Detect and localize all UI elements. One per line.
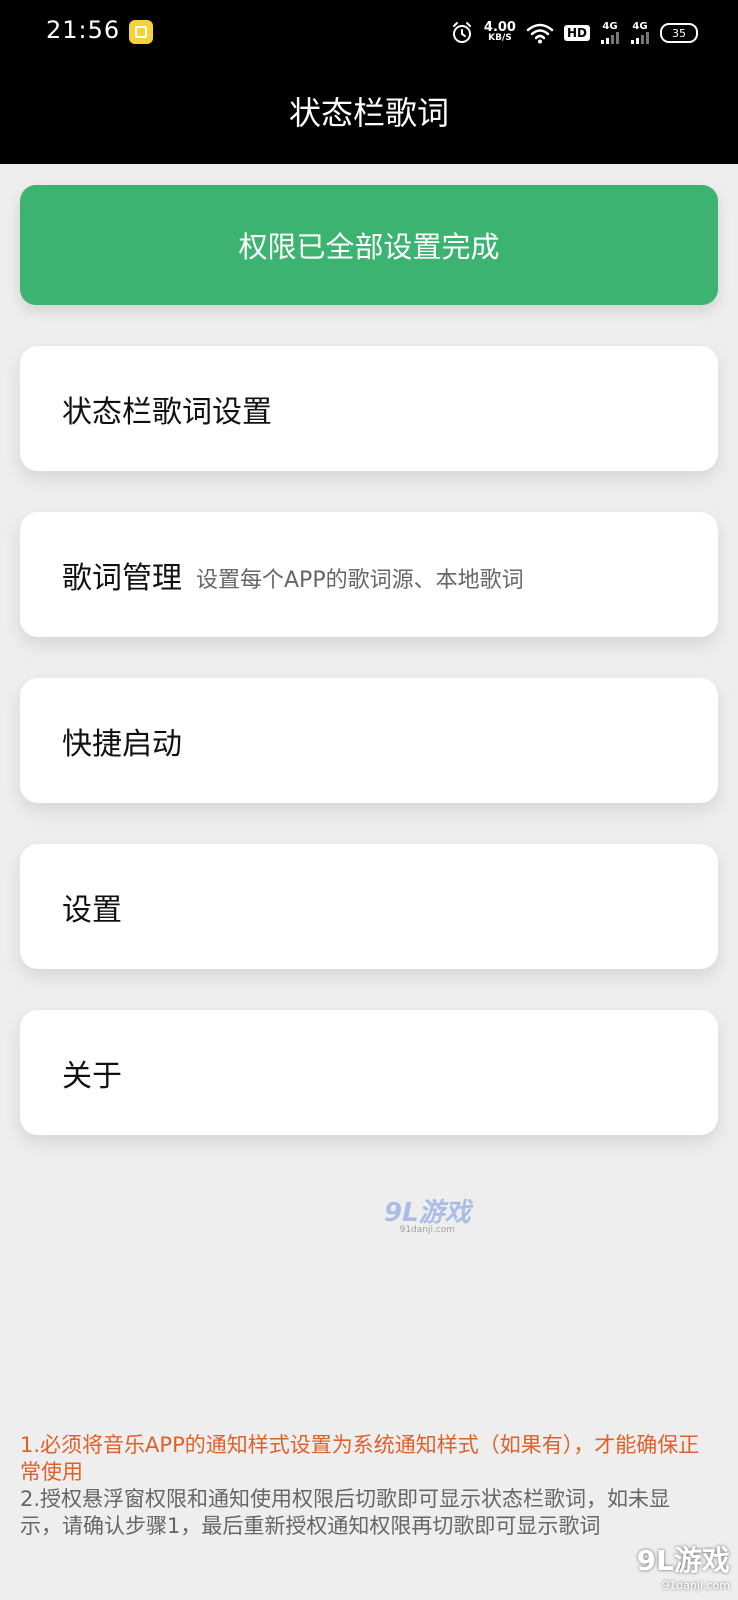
menu-item-about[interactable]: 关于 bbox=[20, 1010, 718, 1135]
network-type-1: 4G bbox=[602, 21, 618, 32]
app-notification-icon bbox=[129, 20, 153, 44]
speed-value: 4.00 bbox=[483, 20, 516, 35]
main-content: 权限已全部设置完成 状态栏歌词设置 歌词管理 设置每个APP的歌词源、本地歌词 … bbox=[20, 185, 718, 1135]
watermark-logo-text: 9L游戏 bbox=[384, 1198, 471, 1228]
permission-status-button[interactable]: 权限已全部设置完成 bbox=[20, 185, 718, 305]
battery-level: 35 bbox=[672, 26, 686, 40]
menu-item-label: 关于 bbox=[62, 1058, 122, 1094]
network-speed: 4.00 KB/S bbox=[483, 20, 516, 44]
menu-item-lyrics-management[interactable]: 歌词管理 设置每个APP的歌词源、本地歌词 bbox=[20, 512, 718, 637]
menu-item-label: 设置 bbox=[62, 892, 122, 928]
battery-icon: 35 bbox=[660, 23, 698, 43]
status-icons: 4.00 KB/S HD 4G 4G 35 bbox=[450, 18, 698, 48]
watermark-url: 91danji.com bbox=[399, 1225, 456, 1235]
watermark-logo: 9L游戏 91danji.com bbox=[384, 1192, 471, 1235]
signal-icon: 4G bbox=[630, 22, 650, 44]
hd-icon: HD bbox=[563, 25, 590, 41]
usage-notes: 1.必须将音乐APP的通知样式设置为系统通知样式（如果有），才能确保正常使用 2… bbox=[20, 1432, 710, 1540]
signal-icon: 4G bbox=[600, 22, 620, 44]
note-2: 2.授权悬浮窗权限和通知使用权限后切歌即可显示状态栏歌词，如未显示，请确认步骤1… bbox=[20, 1487, 671, 1538]
speed-unit: KB/S bbox=[488, 33, 512, 43]
page-title: 状态栏歌词 bbox=[288, 93, 449, 132]
status-time: 21:56 bbox=[46, 16, 121, 44]
app-bar: 状态栏歌词 bbox=[0, 65, 738, 164]
menu-item-label: 快捷启动 bbox=[62, 726, 182, 762]
corner-watermark-url: 91danji.com bbox=[662, 1578, 730, 1592]
network-type-2: 4G bbox=[632, 21, 648, 32]
menu-item-label: 状态栏歌词设置 bbox=[62, 394, 272, 430]
alarm-icon bbox=[450, 21, 474, 45]
status-bar: 21:56 4.00 KB/S HD 4G 4G 35 bbox=[0, 0, 738, 65]
menu-item-settings[interactable]: 设置 bbox=[20, 844, 718, 969]
menu-item-quick-launch[interactable]: 快捷启动 bbox=[20, 678, 718, 803]
permission-status-label: 权限已全部设置完成 bbox=[238, 230, 500, 264]
menu-item-description: 设置每个APP的歌词源、本地歌词 bbox=[196, 567, 524, 593]
wifi-icon bbox=[526, 22, 554, 44]
note-1: 1.必须将音乐APP的通知样式设置为系统通知样式（如果有），才能确保正常使用 bbox=[20, 1433, 700, 1484]
corner-watermark: 9L游戏 91danji.com bbox=[620, 1536, 730, 1594]
corner-watermark-logo: 9L游戏 bbox=[636, 1543, 730, 1577]
menu-item-label: 歌词管理 bbox=[62, 560, 182, 596]
menu-item-lyrics-settings[interactable]: 状态栏歌词设置 bbox=[20, 346, 718, 471]
